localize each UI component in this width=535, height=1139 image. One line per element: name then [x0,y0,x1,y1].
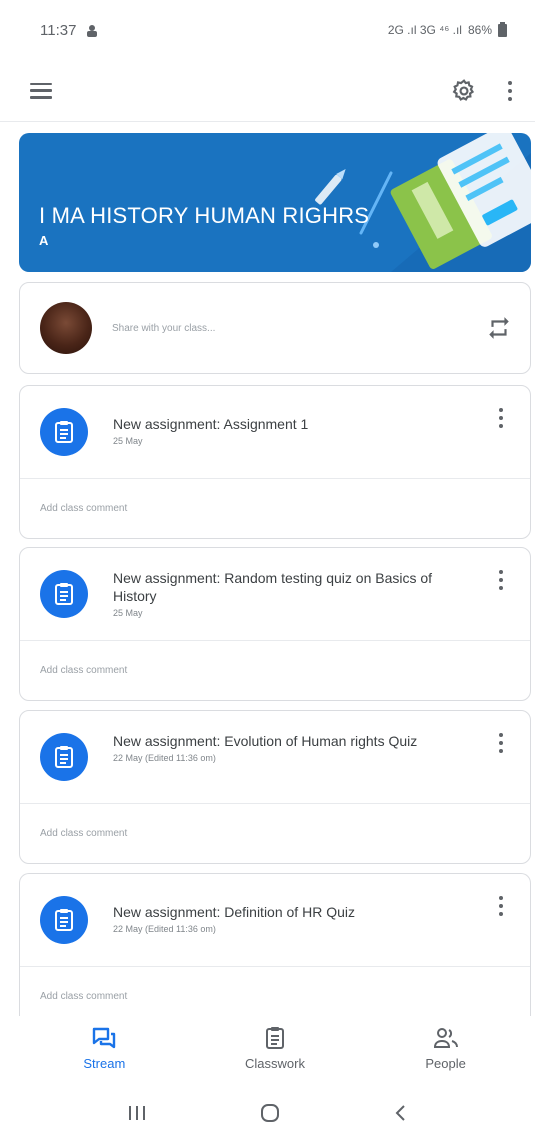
app-bar [0,60,535,122]
assignment-icon [40,733,88,781]
nav-classwork[interactable]: Classwork [215,1026,335,1071]
system-nav-bar [0,1086,535,1139]
post-title: New assignment: Random testing quiz on B… [113,570,433,604]
class-title: I MA HISTORY HUMAN RIGHRS [39,203,370,228]
notification-icon [87,24,98,37]
share-with-class-card[interactable]: Share with your class... [19,282,531,374]
classwork-icon [265,1027,284,1049]
repost-icon[interactable] [486,315,512,341]
post-date: 22 May (Edited 11:36 om) [113,924,216,934]
assignment-icon [40,896,88,944]
post-title: New assignment: Definition of HR Quiz [113,904,355,920]
class-banner[interactable]: I MA HISTORY HUMAN RIGHRS A [19,133,531,272]
status-bar: 11:37 2G .ıl 3G ⁴⁶ .ıl 86% [0,0,535,60]
recents-icon[interactable] [126,1104,148,1122]
menu-icon[interactable] [30,82,52,99]
post-more-icon[interactable] [498,570,504,590]
people-icon [433,1028,458,1048]
post-title: New assignment: Assignment 1 [113,416,309,432]
back-icon[interactable] [392,1103,410,1123]
avatar [40,302,92,354]
post-date: 25 May [113,436,143,446]
post-date: 22 May (Edited 11:36 om) [113,753,216,763]
add-class-comment[interactable]: Add class comment [20,478,530,538]
add-class-comment[interactable]: Add class comment [20,803,530,863]
add-class-comment[interactable]: Add class comment [20,640,530,700]
nav-classwork-label: Classwork [245,1056,305,1071]
post-more-icon[interactable] [498,896,504,916]
post-date: 25 May [113,608,143,618]
post-more-icon[interactable] [498,733,504,753]
battery-percent: 86% [467,23,492,37]
post-card[interactable]: New assignment: Evolution of Human right… [19,710,531,864]
post-more-icon[interactable] [498,408,504,428]
nav-stream-label: Stream [83,1056,126,1071]
class-section: A [39,233,49,248]
post-title: New assignment: Evolution of Human right… [113,733,418,749]
assignment-icon [40,408,88,456]
post-card[interactable]: New assignment: Definition of HR Quiz 22… [19,873,531,1016]
assignment-icon [40,570,88,618]
battery-icon [498,21,507,37]
gear-icon[interactable] [451,78,477,104]
post-card[interactable]: New assignment: Assignment 1 25 May Add … [19,385,531,539]
home-icon[interactable] [259,1102,281,1124]
nav-stream[interactable]: Stream [44,1026,164,1071]
post-card[interactable]: New assignment: Random testing quiz on B… [19,547,531,701]
network-indicator: 2G .ıl 3G ⁴⁶ .ıl [387,23,462,37]
more-options-icon[interactable] [507,80,513,101]
stream-icon [93,1027,116,1049]
add-class-comment[interactable]: Add class comment [20,966,530,1016]
bottom-nav: Stream Classwork People [19,1016,531,1086]
status-time: 11:37 [40,21,77,39]
share-input[interactable]: Share with your class... [112,323,486,334]
nav-people-label: People [425,1056,466,1071]
nav-people[interactable]: People [386,1026,506,1071]
